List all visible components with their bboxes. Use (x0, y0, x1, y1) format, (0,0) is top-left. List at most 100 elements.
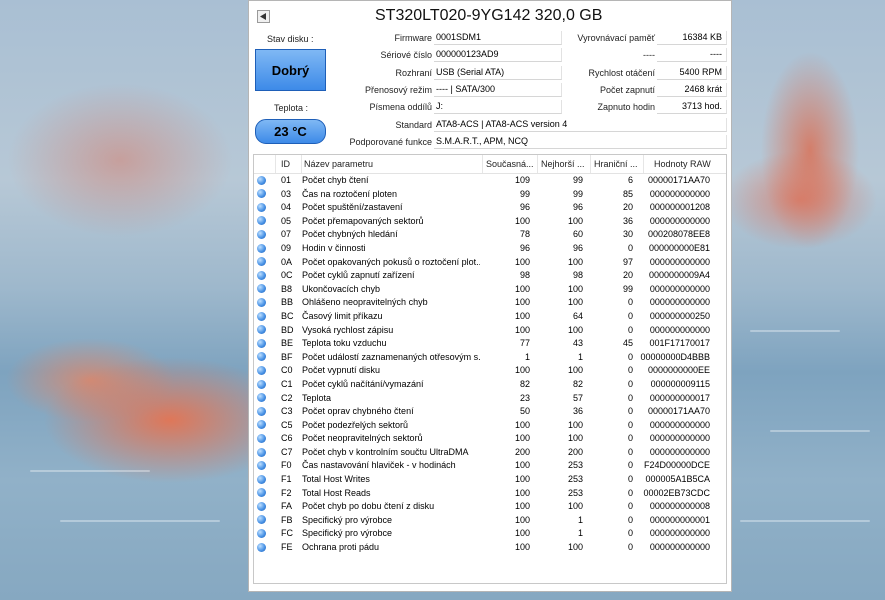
worst-value: 100 (567, 419, 583, 430)
table-body: 01 Počet chyb čtení 109 99 6 00000171AA70 03 Ča… (254, 174, 726, 555)
standard-label: Standard (395, 120, 432, 130)
current-value: 100 (514, 528, 530, 539)
header-raw[interactable]: Hodnoty RAW (654, 155, 725, 173)
status-cell (257, 324, 269, 338)
status-dot-icon (257, 189, 266, 199)
table-row[interactable]: 03 Čas na roztočení ploten 99 99 85 000000000… (254, 188, 726, 202)
header-status-col[interactable] (254, 155, 276, 173)
temperature-button[interactable]: 23 °C (255, 119, 326, 144)
threshold-value: 0 (627, 242, 633, 253)
status-cell (257, 215, 269, 229)
attribute-id: FB (281, 514, 293, 525)
current-value: 78 (519, 229, 530, 240)
attribute-id: F0 (281, 460, 292, 471)
table-row[interactable]: 07 Počet chybných hledání 78 60 30 000208078E… (254, 228, 726, 242)
worst-value: 200 (567, 446, 583, 457)
table-row[interactable]: FC Specifický pro výrobce 100 1 0 00000000000… (254, 527, 726, 541)
table-row[interactable]: C0 Počet vypnutí disku 100 100 0 0000000000EE (254, 364, 726, 378)
status-dot-icon (257, 297, 266, 307)
attribute-name: Počet chyb po dobu čtení z disku (302, 501, 435, 512)
raw-value: 0000000000EE (647, 365, 710, 376)
attribute-id: C6 (281, 433, 293, 444)
raw-value: 0000000009A4 (648, 270, 710, 281)
table-row[interactable]: BF Počet událostí zaznamenaných otřesovým… (254, 351, 726, 365)
table-row[interactable]: 0A Počet opakovaných pokusů o roztočení p… (254, 256, 726, 270)
threshold-value: 0 (627, 501, 633, 512)
current-value: 100 (514, 324, 530, 335)
unused-value: ---- (657, 48, 727, 62)
table-row[interactable]: C3 Počet oprav chybného čtení 50 36 0 0000017… (254, 405, 726, 419)
current-value: 100 (514, 365, 530, 376)
table-row[interactable]: BC Časový limit příkazu 100 64 0 000000000250 (254, 310, 726, 324)
table-row[interactable]: BB Ohlášeno neopravitelných chyb 100 100 0 00… (254, 296, 726, 310)
table-row[interactable]: F2 Total Host Reads 100 253 0 00002EB73CDC (254, 487, 726, 501)
health-status-button[interactable]: Dobrý (255, 49, 326, 91)
attribute-name: Specifický pro výrobce (302, 514, 393, 525)
firmware-label: Firmware (394, 33, 433, 43)
header-worst[interactable]: Nejhorší ... (541, 155, 591, 173)
table-row[interactable]: B8 Ukončovacích chyb 100 100 99 000000000000 (254, 283, 726, 297)
raw-value: 000000000000 (649, 433, 710, 444)
status-dot-icon (257, 542, 266, 552)
table-row[interactable]: F0 Čas nastavování hlaviček - v hodinách 1… (254, 459, 726, 473)
status-cell (257, 487, 269, 501)
attribute-id: 0C (281, 270, 293, 281)
table-row[interactable]: 04 Počet spuštění/zastavení 96 96 20 00000000… (254, 201, 726, 215)
table-row[interactable]: 01 Počet chyb čtení 109 99 6 00000171AA70 (254, 174, 726, 188)
threshold-value: 0 (627, 446, 633, 457)
attribute-name: Specifický pro výrobce (302, 528, 393, 539)
table-row[interactable]: C1 Počet cyklů načítání/vymazání 82 82 0 0000… (254, 378, 726, 392)
status-cell (257, 283, 269, 297)
header-current[interactable]: Současná... (486, 155, 538, 173)
attribute-name: Počet chybných hledání (302, 229, 398, 240)
temperature-label: Teplota : (274, 103, 309, 113)
worst-value: 1 (577, 514, 583, 525)
standard-value: ATA8-ACS | ATA8-ACS version 4 (434, 118, 727, 132)
raw-value: 00002EB73CDC (643, 487, 710, 498)
smart-attributes-table[interactable]: ID Název parametru Současná... Nejhorší … (253, 154, 727, 584)
status-cell (257, 228, 269, 242)
current-value: 100 (514, 501, 530, 512)
table-row[interactable]: 0C Počet cyklů zapnutí zařízení 98 98 20 0000… (254, 269, 726, 283)
table-row[interactable]: F1 Total Host Writes 100 253 0 000005A1B5CA (254, 473, 726, 487)
attribute-name: Ohlášeno neopravitelných chyb (302, 297, 428, 308)
attribute-id: 04 (281, 202, 292, 213)
raw-value: 000000000001 (649, 514, 710, 525)
table-row[interactable]: FB Specifický pro výrobce 100 1 0 00000000000… (254, 514, 726, 528)
header-id[interactable]: ID (280, 155, 302, 173)
table-row[interactable]: FA Počet chyb po dobu čtení z disku 100 100… (254, 500, 726, 514)
current-value: 23 (519, 392, 530, 403)
raw-value: 00000171AA70 (647, 175, 710, 185)
table-row[interactable]: C2 Teplota 23 57 0 000000000017 (254, 392, 726, 406)
raw-value: 000000000000 (649, 215, 710, 226)
raw-value: 000000000000 (649, 324, 710, 335)
header-threshold[interactable]: Hraniční ... (594, 155, 644, 173)
table-row[interactable]: 05 Počet přemapovaných sektorů 100 100 36 000… (254, 215, 726, 229)
table-row[interactable]: C7 Počet chyb v kontrolním součtu UltraDM… (254, 446, 726, 460)
raw-value: 000000001208 (649, 202, 710, 213)
power-on-hours-value: 3713 hod. (657, 100, 727, 114)
table-row[interactable]: BD Vysoká rychlost zápisu 100 100 0 000000000… (254, 324, 726, 338)
current-value: 100 (514, 215, 530, 226)
raw-value: 000000000250 (649, 310, 710, 321)
table-row[interactable]: 09 Hodin v činnosti 96 96 0 000000000E81 (254, 242, 726, 256)
table-row[interactable]: C5 Počet podezřelých sektorů 100 100 0 000000… (254, 419, 726, 433)
status-dot-icon (257, 433, 266, 443)
buffer-label: Vyrovnávací paměť (577, 33, 655, 43)
table-row[interactable]: FE Ochrana proti pádu 100 100 0 000000000000 (254, 541, 726, 555)
table-row[interactable]: BE Teplota toku vzduchu 77 43 45 001F17170017 (254, 337, 726, 351)
worst-value: 99 (572, 175, 583, 185)
threshold-value: 0 (627, 514, 633, 525)
worst-value: 100 (567, 501, 583, 512)
header-name[interactable]: Název parametru (304, 155, 483, 173)
current-value: 98 (519, 270, 530, 281)
health-label: Stav disku : (267, 34, 314, 44)
attribute-name: Počet chyb čtení (302, 175, 369, 185)
threshold-value: 6 (627, 175, 633, 185)
table-row[interactable]: C6 Počet neopravitelných sektorů 100 100 0 00… (254, 432, 726, 446)
back-button[interactable] (257, 10, 270, 23)
status-dot-icon (257, 352, 266, 362)
attribute-name: Počet chyb v kontrolním součtu UltraDMA (302, 446, 469, 457)
status-cell (257, 174, 269, 188)
current-value: 100 (514, 460, 530, 471)
